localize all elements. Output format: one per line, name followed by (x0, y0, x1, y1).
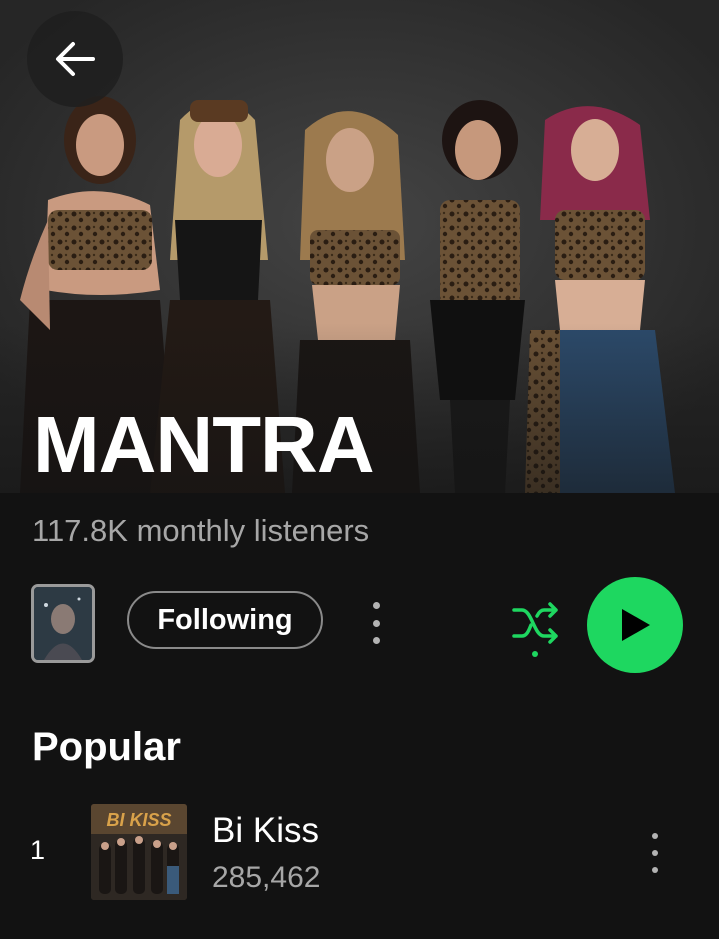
cover-title: BI KISS (106, 810, 171, 830)
monthly-listeners: 117.8K monthly listeners (32, 513, 370, 548)
back-button[interactable] (27, 11, 123, 107)
artist-name: MANTRA (33, 400, 375, 489)
arrow-left-icon (56, 42, 95, 76)
shuffle-icon (512, 602, 558, 657)
track-title: Bi Kiss (212, 811, 319, 850)
popular-section-title: Popular (32, 725, 181, 769)
artist-thumbnail[interactable] (31, 584, 95, 663)
artist-hero-image: MANTRA (0, 0, 719, 493)
play-icon (622, 609, 650, 641)
play-button[interactable] (587, 577, 683, 673)
following-button[interactable]: Following (127, 591, 323, 649)
cover-image: BI KISS (91, 804, 187, 900)
more-vertical-icon (652, 833, 658, 839)
track-row[interactable]: 1 BI KISS Bi Kiss 285,462 (0, 795, 719, 910)
shuffle-button[interactable] (510, 600, 562, 660)
track-rank: 1 (30, 835, 46, 865)
track-more-button[interactable] (640, 833, 670, 873)
track-cover-art: BI KISS (91, 804, 187, 900)
track-play-count: 285,462 (212, 861, 321, 894)
thumbnail-image (34, 587, 92, 660)
more-vertical-icon (372, 602, 380, 609)
more-options-button[interactable] (360, 598, 392, 648)
